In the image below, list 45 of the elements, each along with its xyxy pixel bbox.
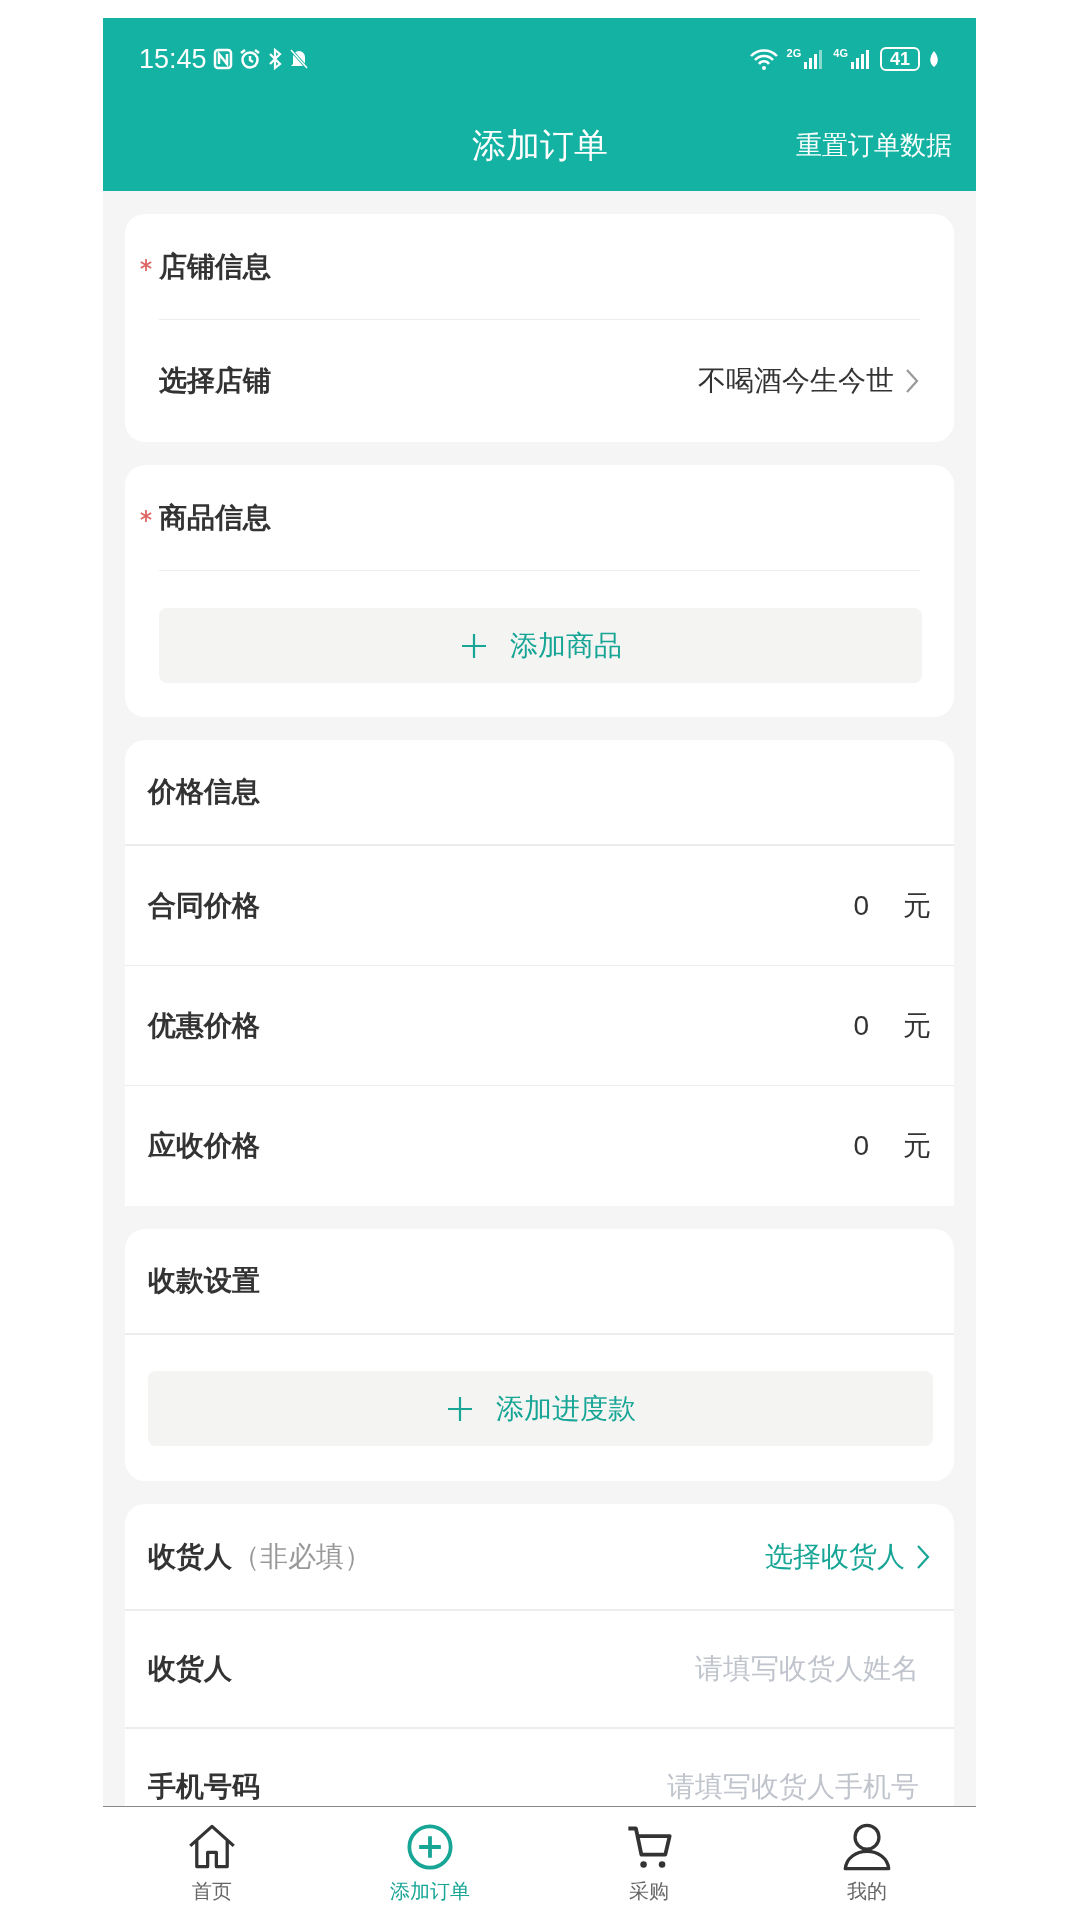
- wifi-icon: [748, 48, 779, 70]
- section-title: 店铺信息: [159, 249, 271, 284]
- section-title: 收款设置: [148, 1264, 260, 1298]
- price-value: 0: [853, 1129, 869, 1163]
- leaf-icon: [928, 50, 940, 68]
- section-title: 收货人: [148, 1539, 232, 1574]
- plus-icon: [459, 631, 488, 660]
- battery-indicator: 41: [879, 47, 920, 71]
- person-icon: [841, 1821, 892, 1872]
- section-title: 价格信息: [148, 775, 260, 809]
- input-field[interactable]: 请填写收货人姓名: [499, 1648, 919, 1690]
- select-consignee-link[interactable]: 选择收货人: [765, 1535, 931, 1578]
- signal-icon: [849, 48, 872, 70]
- tab-bar-item[interactable]: 我的: [757, 1807, 976, 1920]
- bluetooth-icon: [266, 48, 283, 70]
- reset-order-data-button[interactable]: 重置订单数据: [796, 126, 952, 165]
- chevron-right-icon: [904, 367, 920, 395]
- page-title: 添加订单: [471, 125, 608, 166]
- muted-bell-icon: [288, 48, 309, 70]
- tab-bar-item[interactable]: 添加订单: [321, 1807, 540, 1920]
- field-label: 手机号码: [148, 1770, 260, 1804]
- add-button[interactable]: 添加进度款: [148, 1371, 933, 1446]
- price-value: 0: [853, 1008, 869, 1043]
- alarm-icon: [238, 48, 261, 70]
- nfc-icon: [212, 48, 233, 70]
- network-type-label: 4G: [833, 48, 848, 59]
- network-type-label: 2G: [786, 48, 802, 59]
- field-label: 优惠价格: [148, 1008, 260, 1043]
- select-store-row[interactable]: 选择店铺 不喝酒今生今世: [125, 320, 954, 442]
- field-label: 应收价格: [148, 1129, 260, 1163]
- unit-label: 元: [903, 1129, 931, 1163]
- add-button[interactable]: 添加商品: [159, 608, 922, 683]
- tab-bar-item[interactable]: 采购: [539, 1807, 758, 1920]
- status-time: 15:45: [139, 42, 207, 76]
- optional-note: （非必填）: [232, 1539, 372, 1574]
- unit-label: 元: [903, 1008, 931, 1043]
- plus-icon: [445, 1394, 474, 1423]
- field-label: 合同价格: [148, 888, 260, 923]
- section-title: 商品信息: [159, 500, 271, 535]
- input-field[interactable]: 请填写收货人手机号: [499, 1766, 919, 1808]
- field-label: 收货人: [148, 1652, 232, 1686]
- tab-bar-item[interactable]: 首页: [103, 1807, 322, 1920]
- store-name: 不喝酒今生今世: [698, 364, 894, 398]
- unit-label: 元: [903, 888, 931, 923]
- price-value: 0: [853, 888, 869, 923]
